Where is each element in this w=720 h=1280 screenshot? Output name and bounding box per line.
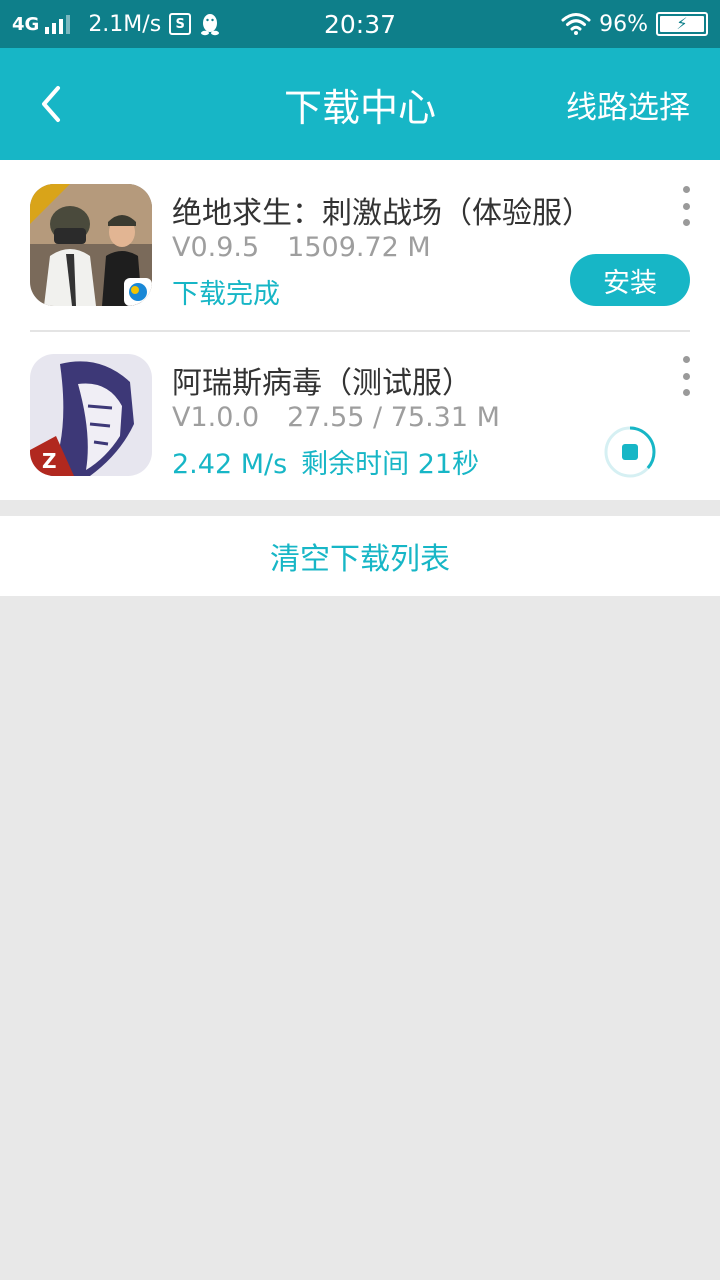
svg-text:Z: Z — [42, 449, 57, 473]
app-size: 1509.72 M — [287, 232, 431, 263]
download-size-progress: 27.55 / 75.31 M — [287, 402, 500, 433]
more-options-button[interactable] — [676, 186, 696, 226]
remaining-time: 剩余时间 21秒 — [301, 449, 480, 480]
battery-icon: ⚡ — [656, 12, 708, 36]
ares-virus-app-icon: Z — [30, 354, 152, 476]
app-header: 下载中心 线路选择 — [0, 48, 720, 160]
route-select-button[interactable]: 线路选择 — [566, 48, 690, 160]
app-name: 阿瑞斯病毒（测试服） — [172, 366, 472, 401]
app-meta: V1.0.0 27.55 / 75.31 M — [172, 402, 500, 433]
download-status: 2.42 M/s 剩余时间 21秒 — [172, 442, 479, 481]
status-right: 96% ⚡ — [561, 0, 708, 48]
stop-icon — [622, 444, 638, 460]
pubg-app-icon — [30, 184, 152, 306]
download-status: 下载完成 — [172, 279, 280, 310]
app-version: V0.9.5 — [172, 232, 260, 263]
app-version: V1.0.0 — [172, 402, 260, 433]
download-speed: 2.42 M/s — [172, 449, 288, 480]
app-name: 绝地求生：刺激战场（体验服） — [172, 196, 592, 231]
wifi-icon — [561, 13, 591, 35]
pause-download-button[interactable] — [602, 424, 658, 480]
clear-download-list-button[interactable]: 清空下载列表 — [0, 516, 720, 596]
battery-percent: 96% — [599, 11, 648, 37]
app-meta: V0.9.5 1509.72 M — [172, 232, 431, 263]
download-item-pubg[interactable]: 绝地求生：刺激战场（体验服） V0.9.5 1509.72 M 下载完成 安装 — [0, 160, 720, 330]
status-bar: 4G 2.1M/s S 20:37 96% ⚡ — [0, 0, 720, 48]
download-item-ares[interactable]: Z 阿瑞斯病毒（测试服） V1.0.0 27.55 / 75.31 M 2.42 … — [0, 330, 720, 500]
install-button[interactable]: 安装 — [570, 254, 690, 306]
more-options-button[interactable] — [676, 356, 696, 396]
download-list: 绝地求生：刺激战场（体验服） V0.9.5 1509.72 M 下载完成 安装 Z… — [0, 160, 720, 500]
